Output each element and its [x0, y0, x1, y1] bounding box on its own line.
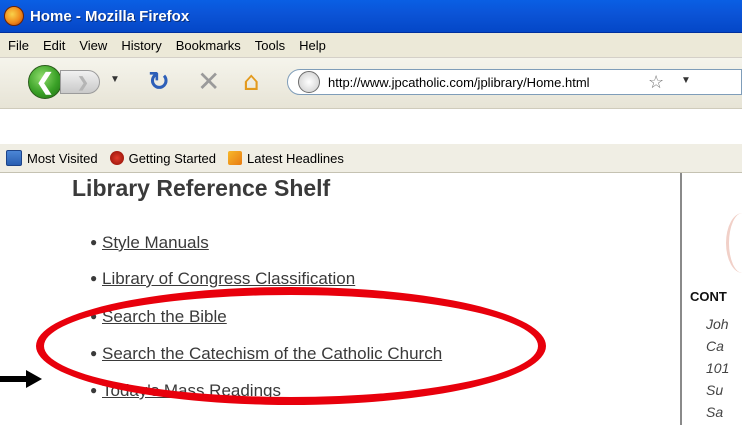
list-item: ● Style Manuals [90, 233, 209, 253]
sidebar-heading: CONT [690, 289, 727, 304]
navigation-toolbar: ❮ ❯ ▼ ↻ ✕ ⌂ http://www.jpcatholic.com/jp… [0, 58, 742, 109]
back-button[interactable]: ❮ [28, 65, 62, 99]
list-item: ● Library of Congress Classification [90, 269, 355, 289]
url-bar[interactable]: http://www.jpcatholic.com/jplibrary/Home… [287, 69, 742, 95]
annotation-arrow-icon [26, 370, 42, 388]
sidebar-line: Sa [706, 404, 724, 420]
back-arrow-icon: ❮ [35, 69, 55, 94]
firefox-logo-icon [4, 6, 24, 26]
bookmarks-toolbar: Most Visited Getting Started Latest Head… [0, 144, 742, 173]
sidebar-line: 101 [706, 360, 730, 376]
menu-view[interactable]: View [79, 38, 107, 53]
stop-icon[interactable]: ✕ [197, 67, 220, 97]
history-dropdown-icon[interactable]: ▼ [110, 74, 120, 85]
bookmark-most-visited[interactable]: Most Visited [6, 150, 98, 166]
menu-history[interactable]: History [121, 38, 161, 53]
bookmark-label: Most Visited [27, 150, 98, 166]
bookmark-label: Latest Headlines [247, 150, 344, 166]
getting-started-icon [109, 151, 124, 165]
annotation-ellipse [36, 287, 546, 405]
window-title: Home - Mozilla Firefox [30, 7, 190, 25]
browser-window: Home - Mozilla Firefox File Edit View Hi… [0, 0, 742, 425]
loc-classification-link[interactable]: Library of Congress Classification [102, 269, 355, 288]
forward-arrow-icon: ❯ [77, 73, 89, 90]
annotation-arrow-shaft [0, 376, 28, 382]
sidebar-line: Joh [706, 316, 729, 332]
decorative-swoosh [726, 213, 742, 273]
site-identity-icon[interactable] [298, 71, 320, 93]
bookmark-star-icon[interactable]: ☆ [648, 72, 664, 93]
reload-icon[interactable]: ↻ [148, 68, 170, 96]
title-bar: Home - Mozilla Firefox [0, 0, 742, 33]
sidebar-line: Su [706, 382, 724, 398]
menu-tools[interactable]: Tools [255, 38, 285, 53]
bookmark-label: Getting Started [128, 150, 217, 166]
menu-help[interactable]: Help [299, 38, 326, 53]
bookmark-getting-started[interactable]: Getting Started [109, 150, 217, 166]
bookmark-latest-headlines[interactable]: Latest Headlines [228, 151, 344, 166]
page-title: Library Reference Shelf [72, 175, 331, 201]
home-icon[interactable]: ⌂ [243, 67, 260, 97]
sidebar-column: CONT Joh Ca 101 Su Sa [688, 173, 742, 425]
sidebar-line: Ca [706, 338, 724, 354]
menu-edit[interactable]: Edit [43, 38, 65, 53]
menu-bookmarks[interactable]: Bookmarks [176, 38, 241, 53]
url-dropdown-icon[interactable]: ▼ [681, 75, 691, 86]
column-divider [680, 173, 682, 425]
most-visited-icon [6, 150, 22, 166]
menu-file[interactable]: File [8, 38, 29, 53]
rss-feed-icon [228, 151, 243, 165]
url-text[interactable]: http://www.jpcatholic.com/jplibrary/Home… [328, 75, 590, 90]
bullet-icon: ● [90, 235, 98, 249]
forward-button[interactable]: ❯ [60, 70, 100, 94]
style-manuals-link[interactable]: Style Manuals [102, 233, 209, 252]
menu-bar: File Edit View History Bookmarks Tools H… [0, 33, 742, 58]
bullet-icon: ● [90, 271, 98, 285]
